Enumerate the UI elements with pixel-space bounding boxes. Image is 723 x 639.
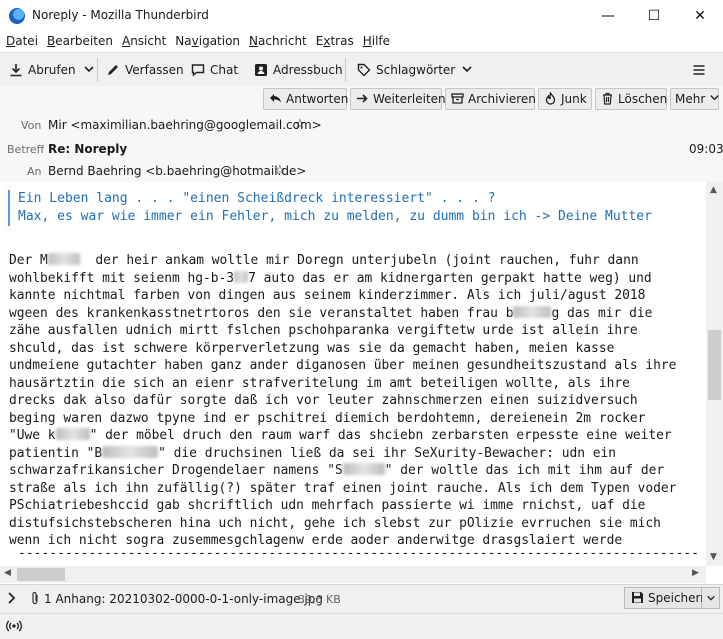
tag-icon [357,63,371,77]
menu-navigation[interactable]: Navigation [169,31,243,51]
archive-button[interactable]: Archivieren [445,88,536,110]
star-icon[interactable]: ☆ [294,117,306,132]
redaction-blur [55,428,90,440]
redaction-blur [342,463,385,475]
address-book-button[interactable]: Adressbuch [254,59,343,81]
get-messages-dropdown[interactable] [82,59,96,81]
scroll-down-icon[interactable]: ▼ [710,552,717,562]
chevron-down-icon [709,92,720,106]
reply-arrow-icon [269,92,282,106]
subject-label: Betreff [7,143,45,156]
floppy-disk-icon [631,591,644,605]
archive-box-icon [451,92,464,106]
chat-button[interactable]: Chat [191,59,238,81]
window-title: Noreply - Mozilla Thunderbird [32,8,209,22]
app-menu-button[interactable] [692,59,706,81]
separator-line: ----------------------------------------… [18,546,699,561]
quote-line: Ein Leben lang . . . "einen Scheißdreck … [18,191,496,206]
forward-arrow-icon [356,92,369,106]
attachment-bar: 1 Anhang: 20210302-0000-0-1-only-image.j… [0,584,723,614]
title-bar: Noreply - Mozilla Thunderbird — ☐ ✕ [0,0,723,31]
menu-extras[interactable]: Extras [310,31,357,51]
scroll-up-icon[interactable]: ▲ [710,185,717,195]
pencil-icon [106,63,120,77]
menu-ansicht[interactable]: Ansicht [116,31,169,51]
chevron-down-icon [706,595,715,601]
more-button[interactable]: Mehr [670,88,719,110]
menu-datei[interactable]: Datei [0,31,41,51]
delete-button[interactable]: Löschen [595,88,667,110]
minimize-button[interactable]: — [585,0,631,31]
trash-icon [601,92,614,106]
redaction-blur [234,270,249,283]
message-header: Antworten Weiterleiten Archivieren Junk … [0,86,723,183]
online-status-icon[interactable] [6,619,22,636]
horizontal-scrollbar[interactable]: ◀ ▶ [0,566,706,583]
quoted-text: Ein Leben lang . . . "einen Scheißdreck … [8,190,652,226]
scroll-left-icon[interactable]: ◀ [4,568,11,578]
chevron-down-icon [82,63,96,77]
attachment-summary[interactable]: 1 Anhang: 20210302-0000-0-1-only-image.j… [44,592,323,606]
main-toolbar: Abrufen Verfassen Chat Adressbuch Schlag… [0,52,723,88]
body-text: Der M der heir ankam woltle mir Doregn u… [9,253,677,548]
expand-attachments-icon[interactable] [7,591,17,608]
vertical-scroll-thumb[interactable] [708,330,721,400]
junk-flame-icon [544,90,557,106]
maximize-button[interactable]: ☐ [631,0,677,31]
redaction-blur [47,253,80,265]
chevron-down-icon [460,63,474,77]
attachment-size: 39,6 KB [298,593,341,606]
address-book-icon [254,63,268,77]
quote-line: Max, es war wie immer ein Fehler, mich z… [18,209,652,224]
menu-nachricht[interactable]: Nachricht [243,31,310,51]
redaction-blur [513,305,552,318]
subject-value: Re: Noreply [48,142,128,156]
toolbar-divider [345,58,346,82]
hamburger-menu-icon [692,63,706,77]
message-time: 09:03 [689,142,723,156]
scroll-right-icon[interactable]: ▶ [692,568,699,578]
horizontal-scroll-thumb[interactable] [17,568,65,581]
forward-button[interactable]: Weiterleiten [350,88,446,110]
menu-bar: Datei Bearbeiten Ansicht Navigation Nach… [0,31,723,51]
close-button[interactable]: ✕ [677,0,723,31]
save-attachment-dropdown[interactable] [702,587,720,609]
junk-button[interactable]: Junk [538,88,592,110]
menu-bearbeiten[interactable]: Bearbeiten [41,31,116,51]
status-bar [0,613,723,639]
get-messages-button[interactable]: Abrufen [9,59,76,81]
tags-button[interactable]: Schlagwörter [357,59,474,81]
message-body: Ein Leben lang . . . "einen Scheißdreck … [0,182,706,566]
menu-hilfe[interactable]: Hilfe [357,31,393,51]
chat-bubble-icon [191,63,205,77]
redaction-blur [102,445,159,458]
save-attachment-button[interactable]: Speichern [624,587,708,609]
paperclip-icon [30,591,40,609]
from-value[interactable]: Mir <maximilian.baehring@googlemail.com> [48,118,322,132]
write-button[interactable]: Verfassen [106,59,184,81]
to-label: An [27,165,42,178]
from-label: Von [21,119,42,132]
star-icon[interactable]: ☆ [274,163,286,178]
thunderbird-logo-icon [9,8,25,24]
toolbar-divider [97,58,98,82]
download-icon [9,63,23,77]
reply-button[interactable]: Antworten [263,88,348,110]
to-value[interactable]: Bernd Baehring <b.baehring@hotmail.de> [48,164,306,178]
